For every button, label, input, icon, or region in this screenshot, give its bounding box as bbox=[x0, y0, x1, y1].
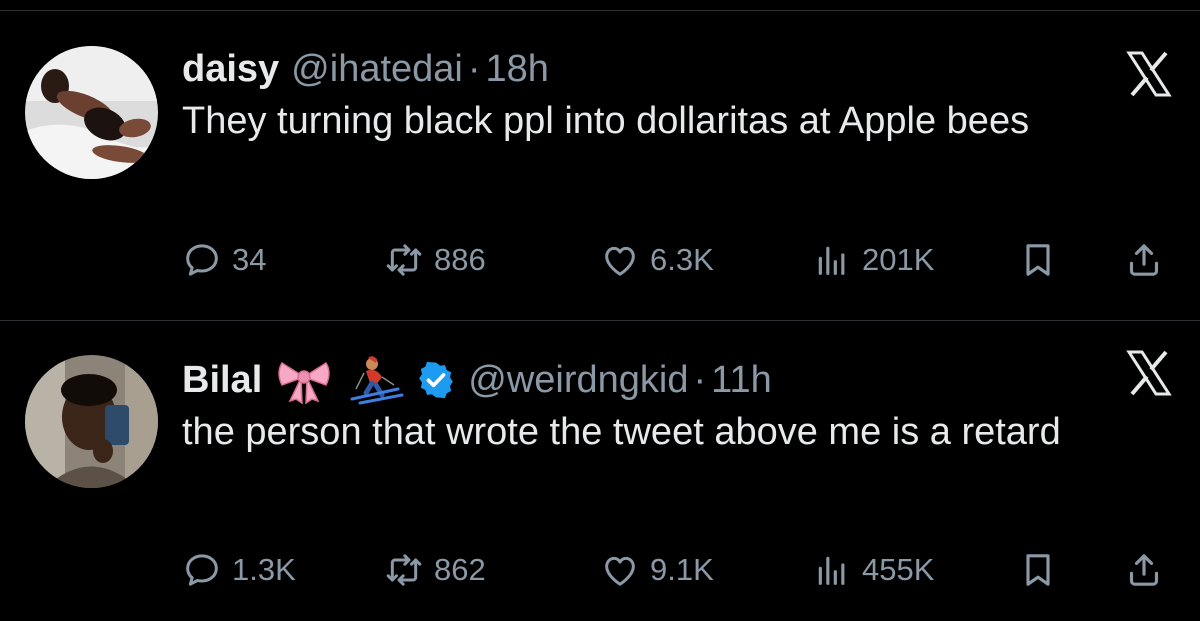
repost-button[interactable]: 862 bbox=[384, 546, 486, 594]
timestamp[interactable]: 11h bbox=[711, 358, 772, 402]
timestamp[interactable]: 18h bbox=[486, 47, 549, 91]
ribbon-emoji bbox=[278, 361, 330, 405]
tweet-text: They turning black ppl into dollaritas a… bbox=[182, 100, 1030, 142]
username[interactable]: @ihatedai bbox=[291, 47, 463, 91]
profile-photo bbox=[25, 46, 158, 179]
repost-count: 862 bbox=[434, 552, 486, 587]
tweet[interactable]: daisy @ihatedai · 18h They turning black… bbox=[0, 11, 1200, 311]
share-icon bbox=[1124, 240, 1164, 280]
repost-icon bbox=[384, 240, 424, 280]
share-button[interactable] bbox=[1124, 546, 1164, 594]
tweet-actions: 34 886 6.3K 201K bbox=[182, 236, 1174, 284]
reply-count: 1.3K bbox=[232, 552, 296, 587]
heart-icon bbox=[600, 550, 640, 590]
reply-button[interactable]: 34 bbox=[182, 236, 266, 284]
repost-count: 886 bbox=[434, 242, 486, 277]
tweet-header: daisy @ihatedai · 18h bbox=[182, 47, 549, 91]
bookmark-button[interactable] bbox=[1018, 546, 1058, 594]
tweet-text: the person that wrote the tweet above me… bbox=[182, 411, 1061, 453]
views-count: 455K bbox=[862, 552, 935, 587]
like-count: 9.1K bbox=[650, 552, 714, 587]
x-logo-icon[interactable] bbox=[1124, 49, 1174, 99]
display-name[interactable]: Bilal bbox=[182, 358, 262, 402]
reply-icon bbox=[182, 240, 222, 280]
reply-icon bbox=[182, 550, 222, 590]
like-count: 6.3K bbox=[650, 242, 714, 277]
like-button[interactable]: 9.1K bbox=[600, 546, 714, 594]
heart-icon bbox=[600, 240, 640, 280]
views-button[interactable]: 201K bbox=[812, 236, 934, 284]
x-logo-icon[interactable] bbox=[1124, 348, 1174, 398]
reply-button[interactable]: 1.3K bbox=[182, 546, 296, 594]
bookmark-icon bbox=[1018, 550, 1058, 590]
avatar[interactable] bbox=[25, 46, 158, 179]
verified-badge-icon[interactable] bbox=[416, 360, 456, 400]
bookmark-icon bbox=[1018, 240, 1058, 280]
share-button[interactable] bbox=[1124, 236, 1164, 284]
bookmark-button[interactable] bbox=[1018, 236, 1058, 284]
display-name[interactable]: daisy bbox=[182, 47, 279, 91]
username[interactable]: @weirdngkid bbox=[468, 358, 688, 402]
like-button[interactable]: 6.3K bbox=[600, 236, 714, 284]
views-button[interactable]: 455K bbox=[812, 546, 934, 594]
skier-emoji bbox=[350, 356, 404, 405]
separator: · bbox=[467, 48, 481, 90]
views-icon bbox=[812, 550, 852, 590]
separator: · bbox=[693, 359, 707, 401]
reply-count: 34 bbox=[232, 242, 267, 277]
repost-icon bbox=[384, 550, 424, 590]
tweet-header: Bilal @weirdngkid · 11h bbox=[182, 355, 772, 405]
views-count: 201K bbox=[862, 242, 935, 277]
avatar[interactable] bbox=[25, 355, 158, 488]
share-icon bbox=[1124, 550, 1164, 590]
tweet[interactable]: Bilal @weirdngkid · 11h the person that … bbox=[0, 321, 1200, 621]
profile-photo bbox=[25, 355, 158, 488]
tweet-actions: 1.3K 862 9.1K 455K bbox=[182, 546, 1174, 594]
views-icon bbox=[812, 240, 852, 280]
repost-button[interactable]: 886 bbox=[384, 236, 486, 284]
